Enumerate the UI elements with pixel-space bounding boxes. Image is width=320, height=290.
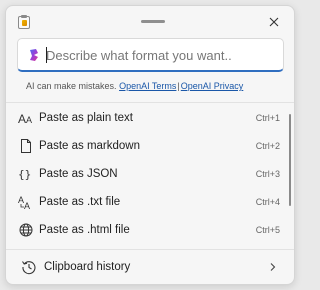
paste-json-item[interactable]: {} Paste as JSON Ctrl+3 xyxy=(6,160,294,188)
clipboard-history-label: Clipboard history xyxy=(44,261,131,273)
globe-icon xyxy=(18,222,34,238)
svg-text:A: A xyxy=(18,112,26,125)
openai-terms-link[interactable]: OpenAI Terms xyxy=(119,81,176,91)
menu-item-label: Paste as .html file xyxy=(39,224,130,236)
close-button[interactable] xyxy=(266,14,282,30)
paste-options-list: A A Paste as plain text Ctrl+1 Paste as … xyxy=(6,104,294,244)
shortcut-label: Ctrl+4 xyxy=(255,197,280,207)
shortcut-label: Ctrl+5 xyxy=(255,225,280,235)
prompt-box[interactable] xyxy=(17,38,284,72)
text-caret xyxy=(46,47,47,63)
paste-plain-text-item[interactable]: A A Paste as plain text Ctrl+1 xyxy=(6,104,294,132)
ai-disclaimer: AI can make mistakes. OpenAI Terms|OpenA… xyxy=(26,81,243,91)
menu-item-label: Paste as JSON xyxy=(39,168,118,180)
chevron-right-icon xyxy=(270,263,276,271)
font-size-icon: A A xyxy=(18,110,34,126)
paste-txt-file-item[interactable]: A A Paste as .txt file Ctrl+4 xyxy=(6,188,294,216)
history-icon xyxy=(22,261,36,275)
close-icon xyxy=(269,17,279,27)
openai-privacy-link[interactable]: OpenAI Privacy xyxy=(181,81,244,91)
link-separator: | xyxy=(177,81,180,91)
title-bar[interactable] xyxy=(6,6,294,38)
prompt-input[interactable] xyxy=(46,46,276,64)
shortcut-label: Ctrl+1 xyxy=(255,113,280,123)
ai-sparkle-icon xyxy=(30,49,38,61)
document-icon xyxy=(18,138,34,154)
clipboard-app-icon xyxy=(18,15,30,29)
braces-icon: {} xyxy=(18,166,34,182)
svg-text:A: A xyxy=(24,201,30,210)
svg-text:A: A xyxy=(26,115,32,125)
menu-item-label: Paste as plain text xyxy=(39,112,133,124)
divider xyxy=(6,249,294,250)
paste-markdown-item[interactable]: Paste as markdown Ctrl+2 xyxy=(6,132,294,160)
drag-handle[interactable] xyxy=(141,20,165,23)
text-file-icon: A A xyxy=(18,194,34,210)
svg-text:{}: {} xyxy=(18,168,31,181)
shortcut-label: Ctrl+3 xyxy=(255,169,280,179)
menu-item-label: Paste as .txt file xyxy=(39,196,121,208)
divider xyxy=(6,102,294,103)
menu-item-label: Paste as markdown xyxy=(39,140,140,152)
scrollbar[interactable] xyxy=(289,114,291,206)
paste-html-file-item[interactable]: Paste as .html file Ctrl+5 xyxy=(6,216,294,244)
advanced-paste-window: AI can make mistakes. OpenAI Terms|OpenA… xyxy=(5,5,295,285)
shortcut-label: Ctrl+2 xyxy=(255,141,280,151)
disclaimer-text: AI can make mistakes. xyxy=(26,81,117,91)
clipboard-history-button[interactable]: Clipboard history xyxy=(6,252,294,282)
